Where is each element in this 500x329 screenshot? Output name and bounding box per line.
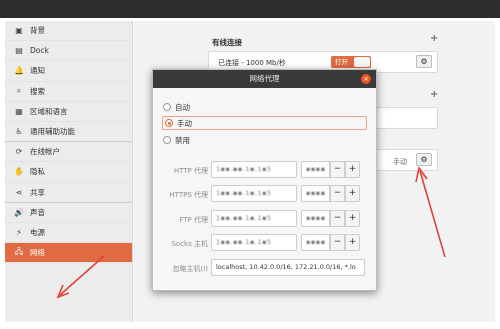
wired-toggle[interactable]: 打开 bbox=[331, 56, 371, 68]
http-proxy-host-input[interactable]: 1▪▪.▪▪.1▪.1▪5 bbox=[211, 161, 297, 178]
dialog-header: 网络代理 × bbox=[153, 70, 376, 88]
https-port-decrement-button[interactable]: − bbox=[330, 185, 345, 202]
sidebar-item-label: 声音 bbox=[30, 207, 45, 217]
host-value: 1▪▪.▪▪.1▪.1▪5 bbox=[216, 189, 272, 197]
bell-icon: 🔔 bbox=[14, 66, 24, 76]
radio-icon bbox=[163, 103, 171, 111]
sidebar-item-label: 网络 bbox=[30, 248, 45, 258]
radio-selected-icon bbox=[165, 119, 173, 127]
socks-port-input[interactable]: ▪▪▪▪ bbox=[301, 234, 330, 251]
radio-icon bbox=[163, 136, 171, 144]
power-icon: ⚡ bbox=[16, 227, 22, 237]
sidebar-item-label: 通知 bbox=[30, 66, 45, 76]
proxy-settings-button[interactable]: ⚙ bbox=[416, 153, 432, 166]
add-wired-button[interactable]: + bbox=[430, 33, 438, 44]
dialog-title: 网络代理 bbox=[249, 74, 280, 83]
host-value: 1▪▪.▪▪.1▪.1▪5 bbox=[216, 214, 272, 222]
online-accounts-icon: ⟳ bbox=[15, 147, 23, 157]
host-value: 1▪▪.▪▪.1▪.1▪5 bbox=[216, 165, 272, 173]
sidebar-item-background[interactable]: ▣ 背景 bbox=[5, 21, 132, 42]
ignore-hosts-input[interactable]: localhost, 10.42.0.0/16, 172.21.0.0/16, … bbox=[211, 259, 365, 276]
privacy-icon: ✋ bbox=[14, 167, 24, 177]
sidebar-item-search[interactable]: ⌕ 搜索 bbox=[5, 82, 132, 102]
http-proxy-port-input[interactable]: ▪▪▪▪ bbox=[301, 161, 330, 178]
wired-section-title: 有线连接 bbox=[212, 38, 242, 47]
sidebar-item-label: 隐私 bbox=[30, 167, 45, 177]
settings-sidebar: ▣ 背景 ▤ Dock 🔔 通知 ⌕ 搜索 ▦ 区域和语言 ♿ 通用辅助功能 ⟳ 在线帐户 ✋… bbox=[5, 21, 133, 322]
sidebar-item-online-accounts[interactable]: ⟳ 在线帐户 bbox=[5, 142, 132, 163]
ignore-hosts-value: localhost, 10.42.0.0/16, 172.21.0.0/16, … bbox=[216, 263, 356, 271]
sidebar-item-network[interactable]: 🖧 网络 bbox=[5, 243, 132, 264]
socks-host-label: Socks 主机 bbox=[171, 240, 208, 248]
socks-port-decrement-button[interactable]: − bbox=[330, 234, 345, 251]
sidebar-item-power[interactable]: ⚡ 电源 bbox=[5, 223, 132, 244]
https-port-increment-button[interactable]: + bbox=[345, 185, 360, 202]
ftp-proxy-host-input[interactable]: 1▪▪.▪▪.1▪.1▪5 bbox=[211, 210, 297, 227]
port-value: ▪▪▪▪ bbox=[306, 238, 326, 246]
background-icon: ▣ bbox=[15, 26, 23, 36]
toggle-label: 打开 bbox=[335, 58, 348, 66]
add-vpn-button[interactable]: + bbox=[430, 89, 438, 100]
network-proxy-dialog: 网络代理 × 自动 手动 禁用 HTTP 代理 1▪▪.▪▪.1▪.1▪5 ▪▪… bbox=[152, 69, 377, 291]
sidebar-item-region[interactable]: ▦ 区域和语言 bbox=[5, 102, 132, 122]
top-bar bbox=[0, 0, 500, 18]
socks-port-increment-button[interactable]: + bbox=[345, 234, 360, 251]
ftp-port-increment-button[interactable]: + bbox=[345, 210, 360, 227]
sidebar-item-label: Dock bbox=[30, 46, 49, 56]
http-proxy-label: HTTP 代理 bbox=[173, 167, 208, 175]
socks-host-input[interactable]: 1▪▪.▪▪.1▪.1▪5 bbox=[211, 234, 297, 251]
ftp-proxy-label: FTP 代理 bbox=[179, 216, 208, 224]
proxy-mode-value: 手动 bbox=[393, 158, 407, 166]
port-value: ▪▪▪▪ bbox=[306, 165, 326, 173]
sidebar-item-label: 背景 bbox=[30, 26, 45, 36]
sidebar-item-accessibility[interactable]: ♿ 通用辅助功能 bbox=[5, 122, 132, 143]
https-proxy-port-input[interactable]: ▪▪▪▪ bbox=[301, 185, 330, 202]
network-icon: 🖧 bbox=[14, 246, 24, 256]
sidebar-item-label: 电源 bbox=[30, 227, 45, 237]
search-icon: ⌕ bbox=[16, 86, 22, 96]
port-value: ▪▪▪▪ bbox=[306, 214, 326, 222]
sidebar-item-sharing[interactable]: ⋖ 共享 bbox=[5, 183, 132, 203]
region-icon: ▦ bbox=[15, 106, 23, 116]
https-proxy-host-input[interactable]: 1▪▪.▪▪.1▪.1▪5 bbox=[211, 185, 297, 202]
sidebar-item-privacy[interactable]: ✋ 隐私 bbox=[5, 162, 132, 183]
host-value: 1▪▪.▪▪.1▪.1▪5 bbox=[216, 238, 272, 246]
share-icon: ⋖ bbox=[15, 187, 23, 197]
sidebar-item-notifications[interactable]: 🔔 通知 bbox=[5, 61, 132, 82]
sidebar-item-sound[interactable]: 🔊 声音 bbox=[5, 203, 132, 223]
sidebar-item-label: 搜索 bbox=[30, 86, 45, 96]
gear-icon: ⚙ bbox=[420, 155, 428, 164]
sidebar-item-dock[interactable]: ▤ Dock bbox=[5, 41, 132, 62]
https-proxy-label: HTTPS 代理 bbox=[169, 191, 208, 199]
ftp-proxy-port-input[interactable]: ▪▪▪▪ bbox=[301, 210, 330, 227]
toggle-knob bbox=[354, 57, 370, 67]
mode-automatic[interactable]: 自动 bbox=[163, 100, 190, 114]
ftp-port-decrement-button[interactable]: − bbox=[330, 210, 345, 227]
accessibility-icon: ♿ bbox=[15, 127, 23, 137]
mode-disabled[interactable]: 禁用 bbox=[163, 133, 190, 147]
gear-icon: ⚙ bbox=[420, 57, 428, 66]
ignore-hosts-label: 忽略主机(I) bbox=[172, 265, 208, 273]
mode-manual[interactable]: 手动 bbox=[162, 116, 367, 130]
wired-status-text: 已连接 - 1000 Mb/秒 bbox=[218, 59, 286, 67]
mode-label: 自动 bbox=[175, 102, 190, 112]
http-port-increment-button[interactable]: + bbox=[345, 161, 360, 178]
http-port-decrement-button[interactable]: − bbox=[330, 161, 345, 178]
close-icon[interactable]: × bbox=[361, 74, 371, 84]
sidebar-item-label: 通用辅助功能 bbox=[30, 127, 75, 137]
dock-icon: ▤ bbox=[15, 46, 23, 56]
port-value: ▪▪▪▪ bbox=[306, 189, 326, 197]
sidebar-item-label: 共享 bbox=[30, 187, 45, 197]
mode-label: 禁用 bbox=[175, 135, 190, 145]
sidebar-item-label: 在线帐户 bbox=[30, 147, 60, 157]
sidebar-item-label: 区域和语言 bbox=[30, 106, 68, 116]
wired-settings-button[interactable]: ⚙ bbox=[416, 55, 432, 68]
mode-label: 手动 bbox=[177, 118, 192, 128]
sound-icon: 🔊 bbox=[14, 207, 24, 217]
